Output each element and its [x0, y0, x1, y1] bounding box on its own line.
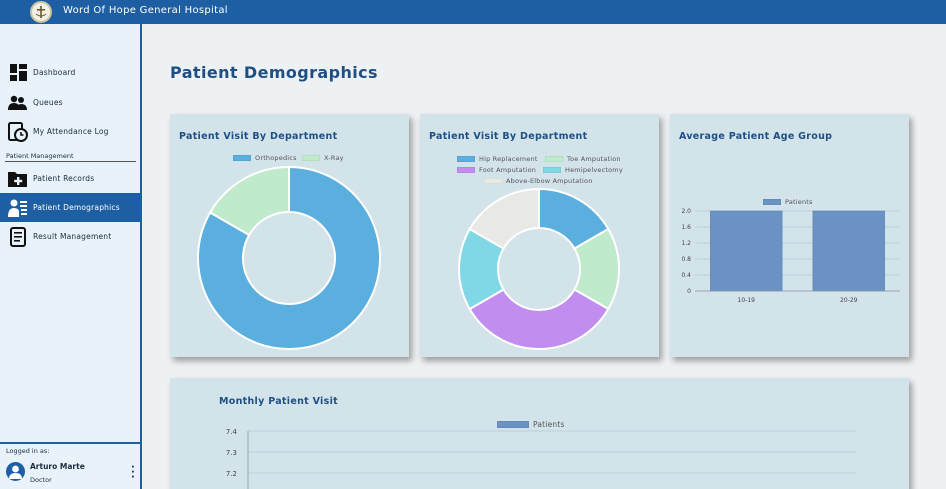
- user-role: Doctor: [30, 476, 52, 484]
- sidebar-item-result-management[interactable]: Result Management: [0, 222, 142, 251]
- section-divider: [5, 161, 136, 162]
- x-tick-label: 20-29: [840, 297, 858, 304]
- sidebar-item-label: Result Management: [33, 232, 112, 241]
- y-tick-label: 7.4: [226, 428, 238, 436]
- scroll-icon: [7, 226, 29, 248]
- sidebar-item-label: Dashboard: [33, 68, 76, 77]
- y-tick-label: 7.2: [226, 470, 237, 478]
- clock-document-icon: [7, 121, 29, 143]
- monthly-visit-chart-card: Monthly Patient Visit Patients 7.4 7.3 7.2: [170, 378, 909, 489]
- y-tick-label: 0.8: [681, 256, 691, 263]
- sidebar-item-label: Patient Demographics: [33, 203, 120, 212]
- page-title: Patient Demographics: [170, 63, 378, 82]
- sidebar-item-patient-demographics[interactable]: Patient Demographics: [0, 193, 142, 222]
- sidebar-item-patient-records[interactable]: Patient Records: [0, 164, 142, 193]
- age-group-chart-card: Average Patient Age Group Patients 2.0 1.…: [670, 114, 909, 357]
- y-tick-label: 1.6: [681, 224, 691, 231]
- y-tick-label: 7.3: [226, 449, 237, 457]
- sidebar-item-label: Patient Records: [33, 174, 95, 183]
- x-tick-label: 10-19: [738, 297, 756, 304]
- donut-chart: [197, 165, 381, 350]
- y-tick-label: 0: [687, 288, 691, 295]
- top-bar: Word Of Hope General Hospital: [0, 0, 946, 24]
- user-footer: Logged in as: Arturo Marte Doctor · · ·: [0, 442, 140, 489]
- folder-plus-icon: [7, 168, 29, 190]
- y-tick-label: 0.4: [681, 272, 691, 279]
- logged-in-label: Logged in as:: [6, 447, 50, 455]
- demographics-icon: [7, 197, 29, 219]
- section-label: Patient Management: [6, 152, 74, 160]
- sidebar-item-label: Queues: [33, 98, 63, 107]
- sidebar-item-label: My Attendance Log: [33, 127, 109, 136]
- donut-chart: [458, 187, 620, 350]
- dashboard-icon: [7, 62, 29, 84]
- sidebar-item-attendance-log[interactable]: My Attendance Log: [0, 117, 142, 146]
- department-chart-card: Patient Visit By Department Orthopedics …: [170, 114, 409, 357]
- more-options-icon[interactable]: · · ·: [131, 463, 135, 483]
- line-chart: 7.4 7.3 7.2: [226, 428, 856, 489]
- donut-slice[interactable]: [468, 288, 610, 350]
- department-chart-card: Patient Visit By Department Hip Replacem…: [420, 114, 659, 357]
- bar-chart: 2.0 1.6 1.2 0.8 0.4 0 10-19 20-29: [681, 208, 900, 304]
- bar[interactable]: [710, 210, 783, 292]
- sidebar-item-dashboard[interactable]: Dashboard: [0, 58, 142, 87]
- sidebar-item-queues[interactable]: Queues: [0, 88, 142, 117]
- y-tick-label: 2.0: [681, 208, 691, 215]
- app-title: Word Of Hope General Hospital: [63, 5, 228, 16]
- avatar[interactable]: [6, 462, 25, 481]
- people-icon: [7, 92, 29, 114]
- hospital-logo-icon: [30, 1, 52, 23]
- user-name: Arturo Marte: [30, 462, 85, 471]
- sidebar: Dashboard Queues My Attendance Log Patie…: [0, 24, 142, 489]
- y-tick-label: 1.2: [681, 240, 691, 247]
- bar[interactable]: [812, 210, 885, 292]
